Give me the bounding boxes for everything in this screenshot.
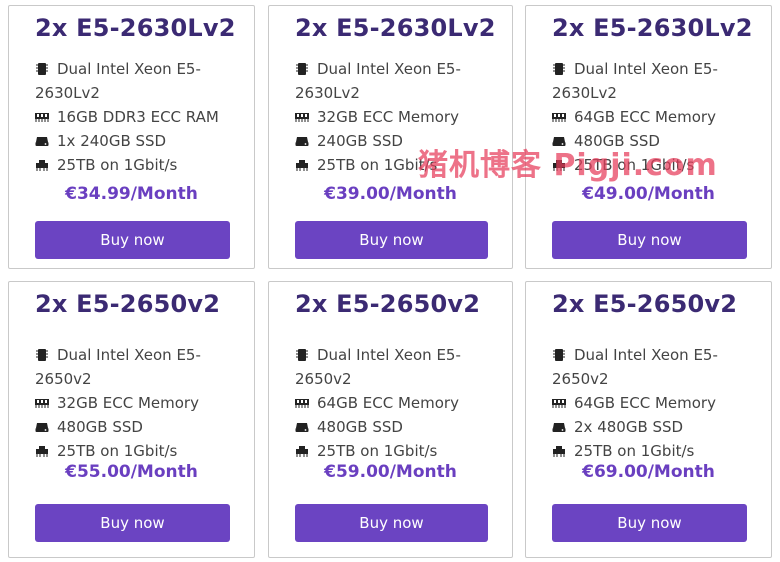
disk-icon	[295, 417, 309, 432]
storage-spec: 480GB SSD	[552, 129, 752, 153]
plan-title: 2x E5-2630Lv2	[35, 14, 236, 42]
cpu-spec: Dual Intel Xeon E5-2650v2	[552, 343, 752, 391]
bandwidth-spec-text: 25TB on 1Gbit/s	[574, 156, 695, 174]
storage-spec: 240GB SSD	[295, 129, 495, 153]
plan-card: 2x E5-2630Lv2 Dual Intel Xeon E5-2630Lv2 3…	[268, 5, 513, 269]
plan-card: 2x E5-2650v2 Dual Intel Xeon E5-2650v2 32G…	[8, 281, 255, 558]
memory-icon	[35, 393, 49, 408]
bandwidth-spec-text: 25TB on 1Gbit/s	[317, 156, 438, 174]
plan-title: 2x E5-2650v2	[295, 290, 481, 318]
network-icon	[295, 155, 309, 171]
cpu-icon	[295, 345, 309, 361]
cpu-spec: Dual Intel Xeon E5-2630Lv2	[295, 57, 495, 105]
network-icon	[35, 441, 49, 457]
plan-card: 2x E5-2630Lv2 Dual Intel Xeon E5-2630Lv2 6…	[525, 5, 772, 269]
storage-spec-text: 480GB SSD	[317, 418, 403, 436]
disk-icon	[35, 417, 49, 432]
disk-icon	[552, 417, 566, 432]
plan-price: €39.00/Month	[324, 184, 457, 204]
cpu-spec-text: Dual Intel Xeon E5-2650v2	[295, 346, 461, 388]
cpu-spec-text: Dual Intel Xeon E5-2630Lv2	[35, 60, 201, 102]
cpu-icon	[552, 59, 566, 75]
cpu-spec: Dual Intel Xeon E5-2650v2	[35, 343, 235, 391]
memory-icon	[552, 393, 566, 408]
plan-price: €49.00/Month	[582, 184, 715, 204]
plan-price: €34.99/Month	[65, 184, 198, 204]
cpu-spec-text: Dual Intel Xeon E5-2630Lv2	[295, 60, 461, 102]
storage-spec-text: 240GB SSD	[317, 132, 403, 150]
cpu-spec-text: Dual Intel Xeon E5-2630Lv2	[552, 60, 718, 102]
bandwidth-spec-text: 25TB on 1Gbit/s	[57, 156, 178, 174]
buy-now-button[interactable]: Buy now	[295, 221, 488, 259]
cpu-icon	[295, 59, 309, 75]
bandwidth-spec: 25TB on 1Gbit/s	[552, 439, 752, 463]
bandwidth-spec: 25TB on 1Gbit/s	[35, 439, 235, 463]
plan-card: 2x E5-2650v2 Dual Intel Xeon E5-2650v2 64G…	[525, 281, 772, 558]
plan-card: 2x E5-2650v2 Dual Intel Xeon E5-2650v2 64G…	[268, 281, 513, 558]
buy-now-button[interactable]: Buy now	[295, 504, 488, 542]
memory-spec: 32GB ECC Memory	[295, 105, 495, 129]
memory-spec-text: 32GB ECC Memory	[57, 394, 199, 412]
memory-spec: 16GB DDR3 ECC RAM	[35, 105, 235, 129]
buy-now-button[interactable]: Buy now	[552, 504, 747, 542]
bandwidth-spec: 25TB on 1Gbit/s	[35, 153, 235, 177]
storage-spec-text: 480GB SSD	[574, 132, 660, 150]
memory-spec: 32GB ECC Memory	[35, 391, 235, 415]
buy-now-button[interactable]: Buy now	[552, 221, 747, 259]
memory-spec-text: 32GB ECC Memory	[317, 108, 459, 126]
memory-spec: 64GB ECC Memory	[295, 391, 495, 415]
cpu-spec-text: Dual Intel Xeon E5-2650v2	[552, 346, 718, 388]
bandwidth-spec: 25TB on 1Gbit/s	[552, 153, 752, 177]
memory-icon	[552, 107, 566, 122]
bandwidth-spec-text: 25TB on 1Gbit/s	[317, 442, 438, 460]
plan-title: 2x E5-2650v2	[552, 290, 738, 318]
storage-spec-text: 2x 480GB SSD	[574, 418, 684, 436]
memory-spec: 64GB ECC Memory	[552, 391, 752, 415]
memory-icon	[35, 107, 49, 122]
plan-price: €69.00/Month	[582, 462, 715, 482]
plan-card: 2x E5-2630Lv2 Dual Intel Xeon E5-2630Lv2 1…	[8, 5, 255, 269]
bandwidth-spec: 25TB on 1Gbit/s	[295, 439, 495, 463]
network-icon	[295, 441, 309, 457]
cpu-spec: Dual Intel Xeon E5-2630Lv2	[552, 57, 752, 105]
memory-icon	[295, 393, 309, 408]
disk-icon	[552, 131, 566, 146]
memory-spec-text: 64GB ECC Memory	[574, 108, 716, 126]
plan-price: €59.00/Month	[324, 462, 457, 482]
network-icon	[552, 441, 566, 457]
plan-title: 2x E5-2650v2	[35, 290, 221, 318]
memory-icon	[295, 107, 309, 122]
plan-title: 2x E5-2630Lv2	[295, 14, 496, 42]
storage-spec: 480GB SSD	[35, 415, 235, 439]
cpu-spec: Dual Intel Xeon E5-2650v2	[295, 343, 495, 391]
disk-icon	[35, 131, 49, 146]
cpu-icon	[552, 345, 566, 361]
storage-spec: 2x 480GB SSD	[552, 415, 752, 439]
plan-title: 2x E5-2630Lv2	[552, 14, 753, 42]
cpu-icon	[35, 59, 49, 75]
storage-spec-text: 1x 240GB SSD	[57, 132, 167, 150]
memory-spec-text: 64GB ECC Memory	[574, 394, 716, 412]
buy-now-button[interactable]: Buy now	[35, 221, 230, 259]
network-icon	[35, 155, 49, 171]
cpu-icon	[35, 345, 49, 361]
storage-spec-text: 480GB SSD	[57, 418, 143, 436]
memory-spec-text: 16GB DDR3 ECC RAM	[57, 108, 219, 126]
storage-spec: 480GB SSD	[295, 415, 495, 439]
bandwidth-spec-text: 25TB on 1Gbit/s	[574, 442, 695, 460]
buy-now-button[interactable]: Buy now	[35, 504, 230, 542]
plan-price: €55.00/Month	[65, 462, 198, 482]
bandwidth-spec-text: 25TB on 1Gbit/s	[57, 442, 178, 460]
cpu-spec: Dual Intel Xeon E5-2630Lv2	[35, 57, 235, 105]
disk-icon	[295, 131, 309, 146]
memory-spec: 64GB ECC Memory	[552, 105, 752, 129]
cpu-spec-text: Dual Intel Xeon E5-2650v2	[35, 346, 201, 388]
network-icon	[552, 155, 566, 171]
storage-spec: 1x 240GB SSD	[35, 129, 235, 153]
bandwidth-spec: 25TB on 1Gbit/s	[295, 153, 495, 177]
memory-spec-text: 64GB ECC Memory	[317, 394, 459, 412]
